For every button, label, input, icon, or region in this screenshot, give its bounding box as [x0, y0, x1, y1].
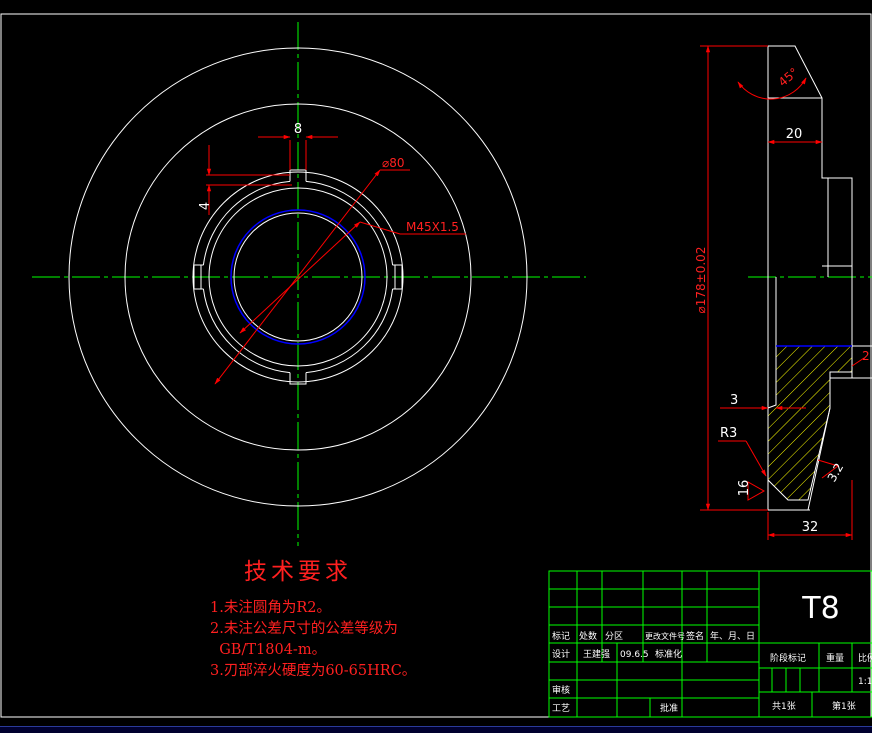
review-label: 审核 — [552, 684, 570, 696]
standard-label: 标准化 — [655, 648, 682, 660]
sheets-total: 共1张 — [772, 701, 796, 712]
dim-outer-diameter: ⌀178±0.02 — [694, 247, 708, 314]
tech-requirements-title: 技术要求 — [244, 559, 352, 585]
row-header-sign: 签名 — [686, 630, 704, 642]
design-label: 设计 — [552, 648, 570, 660]
dim-keyway-width: 8 — [294, 122, 302, 137]
row-header-zone: 分区 — [605, 631, 623, 642]
dim-diameter: ⌀80 — [382, 156, 405, 170]
dim-thickness: 32 — [802, 520, 819, 535]
tech-requirement-3: 3.刃部淬火硬度为60-65HRC。 — [210, 663, 417, 679]
dim-bevel: 16 — [737, 480, 752, 497]
row-header-mark: 标记 — [552, 630, 570, 642]
row-header-date: 年、月、日 — [710, 630, 755, 642]
scale-value: 1:1 — [858, 677, 872, 687]
stage-label: 阶段标记 — [770, 652, 806, 664]
row-header-count: 处数 — [579, 630, 597, 642]
dim-angle: 45° — [776, 65, 801, 89]
weight-label: 重量 — [826, 652, 844, 664]
material-label: T8 — [801, 591, 839, 626]
dim-leader — [745, 440, 767, 477]
design-date: 09.6.5 — [620, 650, 649, 660]
tech-requirement-2-cont: GB/T1804-m。 — [210, 642, 327, 658]
approve-label: 批准 — [660, 702, 678, 714]
dim-thread: M45X1.5 — [406, 220, 459, 234]
side-view: 45° 20 ⌀178±0.02 3 R3 16 3.2 32 2 — [694, 45, 872, 540]
tech-requirement-1: 1.未注圆角为R2。 — [210, 600, 331, 616]
dim-keyway-depth: 4 — [198, 202, 213, 210]
front-view: 8 4 ⌀80 M45X1.5 — [32, 22, 586, 546]
dim-radius: R3 — [720, 426, 737, 441]
technical-requirements: 技术要求 1.未注圆角为R2。 2.未注公差尺寸的公差等级为 GB/T1804-… — [210, 552, 416, 682]
title-block-text: T8 标记 处数 分区 更改文件号 签名 年、月、日 设计 王建强 09.6.5… — [552, 591, 872, 714]
dim-edge-cut: 2 — [862, 349, 870, 363]
tech-requirement-2: 2.未注公差尺寸的公差等级为 — [210, 621, 398, 637]
row-header-doc: 更改文件号 — [645, 631, 685, 641]
dim-roughness: 3.2 — [825, 461, 847, 485]
dim-leader — [359, 221, 401, 235]
scale-label: 比例 — [858, 652, 872, 664]
dim-step: 3 — [730, 393, 738, 408]
cad-drawing: 8 4 ⌀80 M45X1.5 45° 20 ⌀178±0.02 3 R3 16… — [0, 13, 872, 718]
dim-chamfer: 20 — [786, 127, 803, 142]
dim-angle-arc — [737, 77, 807, 100]
designer-name: 王建强 — [583, 648, 610, 660]
process-label: 工艺 — [552, 703, 570, 714]
sheet-number: 第1张 — [832, 700, 856, 712]
